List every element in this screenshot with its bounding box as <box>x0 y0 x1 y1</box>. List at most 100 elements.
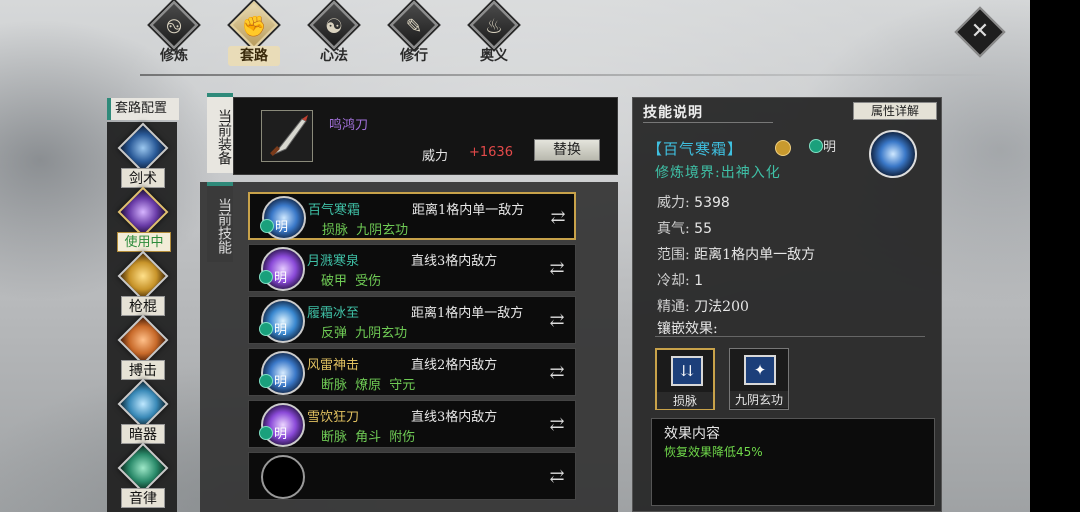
book-icon: ✦ <box>744 355 776 385</box>
skills-panel: 明 百气寒霜 距离1格内单一敌方 损脉 九阴玄功 ⇄ 明 月溅寒泉 直线3格内敌… <box>200 182 618 512</box>
swap-icon[interactable]: ⇄ <box>545 257 569 281</box>
inlay-name: 九阴玄功 <box>730 391 788 408</box>
skill-tags: 破甲 受伤 <box>321 274 382 289</box>
skill-name: 雪饮狂刀 <box>307 410 360 425</box>
top-nav: ࿊ 修炼 ✊ 套路 ☯ 心法 ✎ 修行 ♨ 奥义 <box>140 0 528 70</box>
skill-tags: 损脉 九阴玄功 <box>322 223 409 238</box>
badge-text: 明 <box>823 140 837 155</box>
category-label: 使用中 <box>117 232 171 252</box>
skill-name: 月溅寒泉 <box>307 254 360 269</box>
category-fist[interactable]: 搏击 <box>113 314 173 380</box>
category-label: 暗器 <box>121 424 165 444</box>
stat-key: 威力: <box>657 195 690 211</box>
power-value: +1636 <box>469 145 513 160</box>
category-in-use[interactable]: 使用中 <box>113 186 173 252</box>
taiji-icon: ☯ <box>325 14 343 38</box>
replace-button[interactable]: 替换 <box>534 139 600 161</box>
close-button[interactable] <box>954 6 1006 58</box>
category-label: 枪棍 <box>121 296 165 316</box>
tab-label: 修行 <box>388 46 440 66</box>
blade-icon <box>117 186 169 238</box>
category-label: 音律 <box>121 488 165 508</box>
inlay-slot[interactable]: ⇊ 损脉 <box>655 348 715 410</box>
skill-name: 风雷神击 <box>307 358 360 373</box>
category-music[interactable]: 音律 <box>113 442 173 508</box>
equipment-tag: 当前装备 <box>207 93 233 173</box>
skill-detail-panel: 技能说明 属性详解 【百气寒霜】 明 修炼境界:出神入化 威力: 5398 真气… <box>632 97 942 512</box>
fist-icon: ✊ <box>241 14 267 38</box>
badge-dot-icon <box>809 139 823 153</box>
swirl-icon: ࿊ <box>166 14 182 38</box>
tab-aoyi[interactable]: ♨ 奥义 <box>460 0 528 70</box>
effect-text: 恢复效果降低45% <box>664 445 763 459</box>
swap-icon[interactable]: ⇄ <box>545 413 569 437</box>
stat-value: 5398 <box>694 195 730 211</box>
skill-row[interactable]: 明 百气寒霜 距离1格内单一敌方 损脉 九阴玄功 ⇄ <box>248 192 576 240</box>
skill-row[interactable]: 明 月溅寒泉 直线3格内敌方 破甲 受伤 ⇄ <box>248 244 576 292</box>
swap-icon[interactable]: ⇄ <box>545 361 569 385</box>
zither-icon <box>117 442 169 494</box>
tab-xinfa[interactable]: ☯ 心法 <box>300 0 368 70</box>
skill-tags: 断脉 角斗 附伤 <box>321 430 416 445</box>
equipment-panel: 鸣鸿刀 威力 +1636 替换 <box>233 97 618 175</box>
stat-key: 真气: <box>657 221 690 237</box>
thunder-skill-icon <box>261 351 305 395</box>
stat-mastery: 精通: 刀法200 <box>657 296 749 316</box>
tab-label: 心法 <box>308 46 360 66</box>
tab-taolu[interactable]: ✊ 套路 <box>220 0 288 70</box>
category-hidden-weapon[interactable]: 暗器 <box>113 378 173 444</box>
flame-icon: ♨ <box>485 14 503 38</box>
skill-tags: 反弹 九阴玄功 <box>321 326 408 341</box>
stat-cooldown: 冷却: 1 <box>657 270 703 290</box>
cultivation-realm: 修炼境界:出神入化 <box>655 165 781 181</box>
frost-skill-icon <box>261 299 305 343</box>
skill-row[interactable]: 明 履霜冰至 距离1格内单一敌方 反弹 九阴玄功 ⇄ <box>248 296 576 344</box>
weapon-name: 鸣鸿刀 <box>329 118 369 133</box>
skill-name: 百气寒霜 <box>308 203 361 218</box>
stat-qi: 真气: 55 <box>657 218 712 238</box>
fist-icon <box>117 314 169 366</box>
meridian-damage-icon: ⇊ <box>671 356 703 386</box>
category-label: 剑术 <box>121 168 165 188</box>
swap-icon[interactable]: ⇄ <box>546 206 570 230</box>
skill-range: 直线3格内敌方 <box>411 254 498 269</box>
purple-skill-icon <box>261 247 305 291</box>
tab-label: 修炼 <box>148 46 200 66</box>
detail-title: 技能说明 <box>643 105 703 121</box>
skill-title: 【百气寒霜】 <box>647 140 744 158</box>
skill-row[interactable]: 明 风雷神击 直线2格内敌方 断脉 燎原 守元 ⇄ <box>248 348 576 396</box>
ice-skill-icon <box>869 130 917 178</box>
scroll-icon: ✎ <box>405 14 423 38</box>
stat-value: 55 <box>694 221 712 237</box>
category-spear[interactable]: 枪棍 <box>113 250 173 316</box>
empty-slot-icon <box>261 455 305 499</box>
swap-icon[interactable]: ⇄ <box>545 465 569 489</box>
tab-xiulian[interactable]: ࿊ 修炼 <box>140 0 208 70</box>
broadsword-icon <box>270 115 308 156</box>
category-sword[interactable]: 剑术 <box>113 122 173 188</box>
inlay-name: 损脉 <box>657 392 713 409</box>
nav-divider <box>140 74 1000 76</box>
blade-skill-icon <box>261 403 305 447</box>
weapon-slot[interactable] <box>261 110 313 162</box>
tab-label: 套路 <box>228 46 280 66</box>
tab-xiuxing[interactable]: ✎ 修行 <box>380 0 448 70</box>
empty-skill-slot[interactable]: ⇄ <box>248 452 576 500</box>
category-header: 套路配置 <box>107 98 179 120</box>
bright-badge: 明 <box>809 136 836 155</box>
skill-range: 直线3格内敌方 <box>411 410 498 425</box>
stat-value: 刀法200 <box>694 299 749 315</box>
game-screen: ࿊ 修炼 ✊ 套路 ☯ 心法 ✎ 修行 ♨ 奥义 ✕ 套路配置 剑术 使用中 枪… <box>0 0 1030 512</box>
inlay-label: 镶嵌效果: <box>657 321 718 337</box>
attribute-details-button[interactable]: 属性详解 <box>853 102 937 120</box>
stat-power: 威力: 5398 <box>657 192 730 212</box>
skill-range: 距离1格内单一敌方 <box>412 203 525 218</box>
inlay-divider <box>655 336 925 337</box>
skill-tags: 断脉 燎原 守元 <box>321 378 416 393</box>
inlay-slot[interactable]: ✦ 九阴玄功 <box>729 348 789 410</box>
skill-row[interactable]: 明 雪饮狂刀 直线3格内敌方 断脉 角斗 附伤 ⇄ <box>248 400 576 448</box>
skill-range: 距离1格内单一敌方 <box>411 306 524 321</box>
swap-icon[interactable]: ⇄ <box>545 309 569 333</box>
ice-skill-icon <box>262 196 306 240</box>
stat-key: 精通: <box>657 299 690 315</box>
